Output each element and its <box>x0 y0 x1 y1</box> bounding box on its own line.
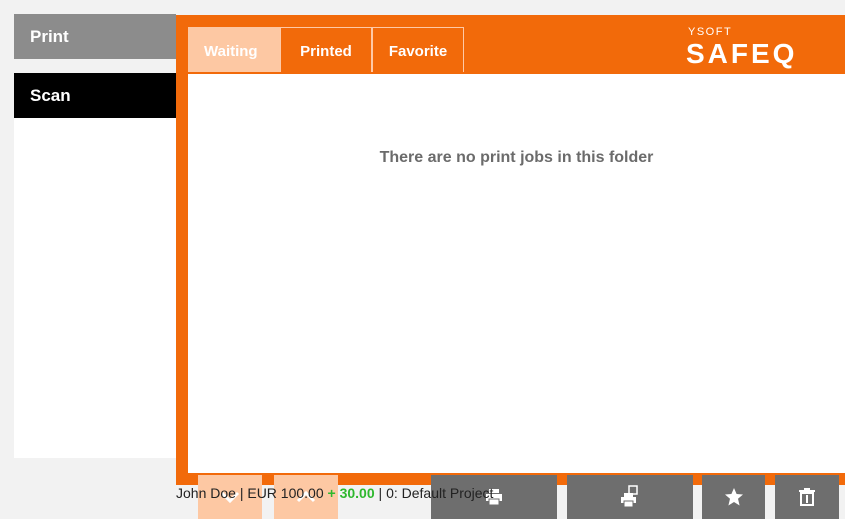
favorite-button[interactable] <box>702 475 765 519</box>
separator: | <box>235 485 248 501</box>
delete-button[interactable] <box>775 475 839 519</box>
sidebar-panel <box>14 118 176 458</box>
logo-text-top: YSOFT <box>688 26 732 38</box>
sidebar-item-print[interactable]: Print <box>14 14 176 59</box>
separator: | <box>374 485 387 501</box>
sidebar-item-scan[interactable]: Scan <box>14 73 176 118</box>
tab-favorite[interactable]: Favorite <box>372 27 464 72</box>
job-list: There are no print jobs in this folder <box>188 74 845 519</box>
print-copy-icon <box>621 485 638 508</box>
account-balance: EUR 100.00 <box>247 485 324 501</box>
job-frame: Waiting Printed Favorite YSOFT SAFEQ The… <box>176 15 845 519</box>
logo-text-main: SAFEQ <box>686 38 797 69</box>
project-name: 0: Default Project <box>386 485 494 501</box>
sidebar: Print Scan <box>14 14 176 458</box>
status-bar: John Doe | EUR 100.00 + 30.00 | 0: Defau… <box>176 485 493 501</box>
tab-printed[interactable]: Printed <box>280 27 372 72</box>
star-icon <box>724 488 743 506</box>
empty-message: There are no print jobs in this folder <box>379 149 654 166</box>
trash-icon <box>799 488 815 506</box>
balance-credit: + 30.00 <box>327 485 375 501</box>
tab-bar: Waiting Printed Favorite <box>188 27 464 72</box>
print-copy-button[interactable] <box>567 475 693 519</box>
ysoft-safeq-logo: YSOFT SAFEQ <box>684 23 844 69</box>
user-name: John Doe <box>176 485 236 501</box>
tab-waiting[interactable]: Waiting <box>188 27 280 72</box>
